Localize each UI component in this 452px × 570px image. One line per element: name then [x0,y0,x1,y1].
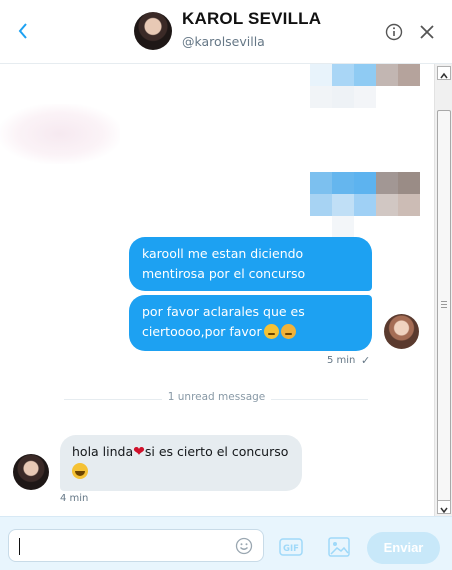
message-composer: GIF Enviar [0,516,452,570]
chevron-up-icon [440,72,448,79]
svg-text:GIF: GIF [283,544,299,554]
gif-icon[interactable]: GIF [279,538,303,556]
grinning-face-emoji-icon [72,463,88,479]
conversation-title[interactable]: KAROL SEVILLA [182,9,321,29]
sent-check-icon: ✓ [361,354,371,367]
info-icon[interactable] [385,23,403,41]
unread-label: 1 unread message [161,391,272,403]
grip-icon [441,301,447,309]
avatar[interactable] [13,454,49,490]
tired-face-emoji-icon [280,324,296,339]
message-text: hola linda [72,444,134,459]
scrollbar[interactable] [434,64,452,516]
close-icon[interactable] [419,24,435,40]
message-text: por favor aclarales que es ciertoooo,por… [142,304,305,339]
sad-face-emoji-icon [263,324,279,339]
sent-message[interactable]: por favor aclarales que es ciertoooo,por… [129,295,372,351]
message-text: si es cierto el concurso [144,444,289,459]
pixelated-image [310,64,420,108]
received-message[interactable]: hola linda❤si es cierto el concurso [60,435,302,491]
message-thread[interactable]: karooll me estan diciendo mentirosa por … [0,64,433,516]
chevron-down-icon [440,507,448,514]
avatar[interactable] [384,314,419,349]
message-timestamp: 5 min [327,355,356,366]
scroll-thumb[interactable] [437,110,451,502]
heart-emoji-icon: ❤ [133,444,145,460]
avatar[interactable] [134,12,172,50]
conversation-header: KAROL SEVILLA @karolsevilla [0,0,452,64]
image-icon[interactable] [328,537,350,557]
text-caret [19,538,20,555]
back-arrow-icon[interactable] [14,20,34,42]
unread-separator: 1 unread message [0,391,433,403]
message-timestamp: 4 min [60,493,89,504]
emoji-icon[interactable] [235,537,253,555]
scroll-down-button[interactable] [437,500,451,514]
send-button[interactable]: Enviar [367,532,440,564]
sent-message[interactable]: karooll me estan diciendo mentirosa por … [129,237,372,291]
blurred-content [0,104,120,164]
pixelated-image [310,172,420,238]
scroll-up-button[interactable] [437,66,451,80]
user-handle[interactable]: @karolsevilla [182,34,265,49]
message-input[interactable] [8,529,264,562]
